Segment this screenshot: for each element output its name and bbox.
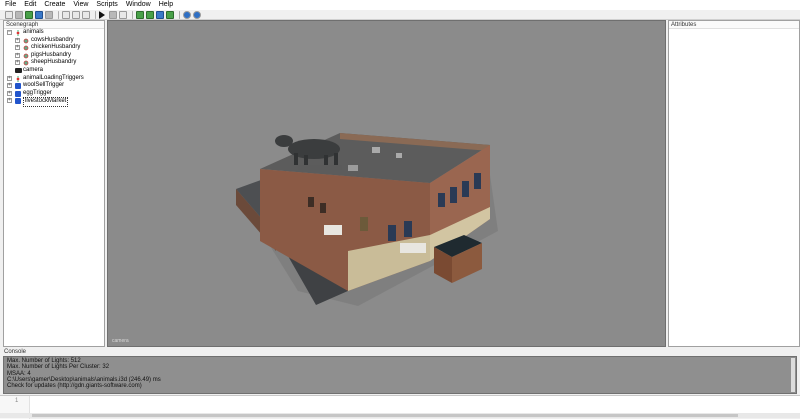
open-file-icon[interactable] <box>15 10 23 19</box>
husbandry-icon <box>23 60 29 67</box>
expand-icon[interactable]: + <box>7 75 12 81</box>
transform-icon <box>15 75 21 82</box>
menu-view[interactable]: View <box>73 0 88 10</box>
toolbar-separator <box>132 10 133 19</box>
husbandry-icon <box>23 37 29 44</box>
expand-icon[interactable]: + <box>15 37 20 43</box>
paint-icon[interactable] <box>146 10 154 19</box>
menu-scripts[interactable]: Scripts <box>96 0 117 10</box>
trigger-icon <box>15 90 21 97</box>
play-icon[interactable] <box>99 10 105 19</box>
attributes-title: Attributes <box>669 21 799 29</box>
scenegraph-node[interactable]: + pigsHusbandry <box>4 52 104 60</box>
scenegraph-node[interactable]: + livestockMarket <box>4 97 104 107</box>
menu-help[interactable]: Help <box>159 0 173 10</box>
scenegraph-node-label: chickenHusbandry <box>31 44 81 51</box>
scenegraph-node-label: animalLoadingTriggers <box>23 74 84 81</box>
expand-icon[interactable]: + <box>15 60 20 66</box>
horizontal-scrollbar[interactable] <box>0 413 800 418</box>
console-line: Check for updates (http://gdn.giants-sof… <box>7 383 142 390</box>
save-icon[interactable] <box>35 10 43 19</box>
scenegraph-node[interactable]: + animalLoadingTriggers <box>4 75 104 83</box>
expand-icon[interactable]: + <box>15 45 20 51</box>
scenegraph-node[interactable]: + woolSellTrigger <box>4 82 104 90</box>
scenegraph-node-label: camera <box>23 66 44 73</box>
scenegraph-node[interactable]: + sheepHusbandry <box>4 59 104 67</box>
import-icon[interactable] <box>25 10 33 19</box>
console-panel: Console Max. Number of Lights: 512 Max. … <box>0 348 800 395</box>
scenegraph-tree: − animals + cowsHusbandry + chickenHusbandry +… <box>4 29 104 107</box>
collapse-icon[interactable]: − <box>7 30 12 35</box>
menu-edit[interactable]: Edit <box>24 0 36 10</box>
script-editor[interactable]: 1 <box>0 395 800 419</box>
scenegraph-node-label: woolSellTrigger <box>23 82 65 89</box>
toolbar-separator <box>95 10 96 19</box>
toolbar <box>0 10 800 20</box>
expand-icon[interactable]: + <box>7 90 12 96</box>
toolbar-separator <box>179 10 180 19</box>
scenegraph-title: Scenegraph <box>4 21 104 29</box>
trigger-icon <box>15 98 21 105</box>
cut-icon[interactable] <box>82 10 90 19</box>
expand-icon[interactable]: + <box>7 83 12 89</box>
scenegraph-node-label: sheepHusbandry <box>31 59 77 66</box>
settings-icon[interactable] <box>193 10 201 19</box>
toolbar-separator <box>58 10 59 19</box>
scenegraph-node-label: livestockMarket <box>23 97 69 107</box>
expand-icon[interactable]: + <box>7 98 12 104</box>
console-title: Console <box>4 349 27 355</box>
redo-icon[interactable] <box>72 10 80 19</box>
menu-window[interactable]: Window <box>126 0 151 10</box>
husbandry-icon <box>23 52 29 59</box>
camera-icon <box>15 68 22 74</box>
scenegraph-node[interactable]: + eggTrigger <box>4 90 104 98</box>
scenegraph-node[interactable]: + cowsHusbandry <box>4 37 104 45</box>
menu-file[interactable]: File <box>5 0 16 10</box>
globe-icon[interactable] <box>183 10 191 19</box>
scenegraph-node-label: pigsHusbandry <box>31 51 72 58</box>
transform-icon <box>15 30 21 36</box>
placement-icon[interactable] <box>166 10 174 19</box>
scenegraph-node[interactable]: − animals <box>4 29 104 37</box>
scenegraph-node-label: cowsHusbandry <box>31 36 74 43</box>
light-icon[interactable] <box>119 10 127 19</box>
save-all-icon[interactable] <box>45 10 53 19</box>
scenegraph-node-label: eggTrigger <box>23 89 52 96</box>
husbandry-icon <box>23 45 29 52</box>
console-log: Max. Number of Lights: 512 Max. Number o… <box>3 356 797 394</box>
menu-create[interactable]: Create <box>44 0 65 10</box>
scene-render <box>236 133 498 306</box>
viewport-3d[interactable]: camera <box>107 20 666 347</box>
foliage-icon[interactable] <box>156 10 164 19</box>
undo-icon[interactable] <box>62 10 70 19</box>
scenegraph-node[interactable]: camera <box>4 67 104 75</box>
line-number: 1 <box>15 398 19 404</box>
scenegraph-panel: Scenegraph − animals + cowsHusbandry + chicke… <box>3 20 105 347</box>
attributes-panel: Attributes <box>668 20 800 347</box>
physics-icon[interactable] <box>109 10 117 19</box>
trigger-icon <box>15 83 21 90</box>
expand-icon[interactable]: + <box>15 52 20 58</box>
menu-bar: File Edit Create View Scripts Window Hel… <box>0 0 800 10</box>
viewport-camera-label: camera <box>112 338 129 344</box>
terrain-icon[interactable] <box>136 10 144 19</box>
scrollbar-thumb[interactable] <box>32 414 738 417</box>
scenegraph-node-label: animals <box>23 29 44 35</box>
console-scrollbar[interactable] <box>791 358 795 392</box>
scenegraph-node[interactable]: + chickenHusbandry <box>4 44 104 52</box>
new-file-icon[interactable] <box>5 10 13 19</box>
